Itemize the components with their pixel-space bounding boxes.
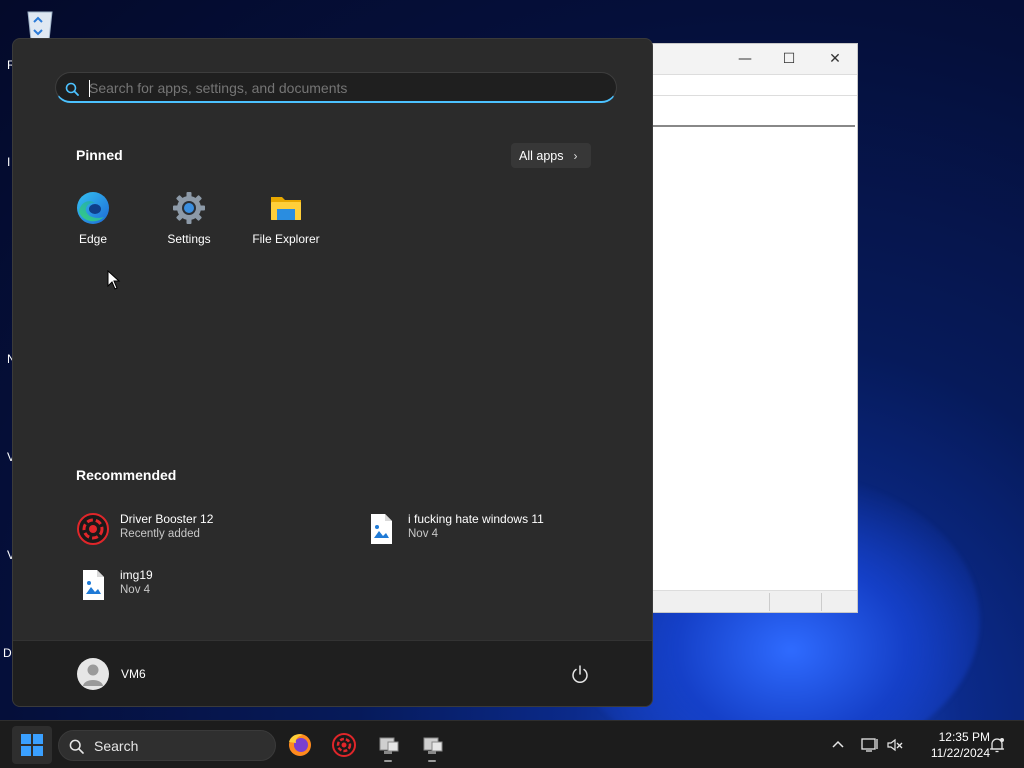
clock-date: 11/22/2024 (930, 746, 990, 760)
pinned-app-edge[interactable]: Edge (48, 191, 138, 257)
mouse-cursor-icon (107, 269, 121, 290)
window-statusbar (651, 590, 857, 612)
search-icon (65, 81, 79, 96)
all-apps-button[interactable]: All apps › (511, 143, 591, 168)
running-indicator (384, 760, 392, 762)
user-name[interactable]: VM6 (121, 667, 146, 681)
pinned-app-settings[interactable]: Settings (144, 191, 234, 257)
pinned-app-file-explorer[interactable]: File Explorer (241, 191, 331, 257)
desktop-label-fragment: I (7, 155, 11, 169)
start-button[interactable] (12, 726, 52, 764)
taskbar-clock[interactable]: 12:35 PM 11/22/2024 (912, 729, 990, 761)
recommended-item[interactable]: img19 Nov 4 (76, 565, 346, 607)
maximize-icon[interactable]: ☐ (775, 49, 803, 69)
recommended-item-name: Driver Booster 12 (120, 512, 214, 526)
firefox-icon[interactable] (284, 729, 316, 761)
window-toolbar (651, 74, 857, 96)
edge-icon (76, 191, 110, 225)
minimize-icon[interactable]: — (731, 49, 759, 69)
recommended-item[interactable]: Driver Booster 12 Recently added (76, 509, 346, 551)
avatar[interactable] (77, 658, 109, 690)
network-drive-icon[interactable] (372, 729, 404, 762)
notification-bell-icon[interactable] (987, 735, 1007, 755)
volume-muted-icon[interactable] (885, 735, 905, 755)
start-search-box[interactable] (55, 72, 617, 103)
search-input[interactable] (89, 79, 599, 97)
recommended-item-subtitle: Recently added (120, 528, 200, 540)
pinned-title: Pinned (76, 147, 123, 163)
recycle-bin-icon[interactable] (20, 8, 60, 42)
text-caret (89, 80, 90, 97)
recommended-item-name: i fucking hate windows 11 (408, 512, 544, 526)
search-icon (69, 739, 84, 754)
network-drive-icon[interactable] (416, 729, 448, 762)
background-window[interactable]: — ☐ ✕ (650, 43, 858, 613)
close-icon[interactable]: ✕ (821, 49, 849, 69)
all-apps-label: All apps (519, 148, 564, 163)
pinned-app-label: File Explorer (252, 232, 320, 246)
running-indicator (428, 760, 436, 762)
recommended-title: Recommended (76, 467, 177, 483)
window-content (653, 125, 855, 589)
driver-booster-icon (76, 512, 110, 546)
network-icon[interactable] (860, 735, 880, 755)
recommended-item-subtitle: Nov 4 (408, 528, 439, 540)
recommended-item-subtitle: Nov 4 (120, 584, 151, 596)
taskbar: Search 12:35 PM 11/22/2024 (0, 720, 1024, 768)
pinned-app-label: Edge (78, 232, 108, 246)
window-titlebar[interactable]: — ☐ ✕ (651, 44, 857, 74)
chevron-up-icon[interactable] (828, 735, 848, 755)
power-icon[interactable] (569, 663, 591, 685)
image-file-icon (364, 512, 398, 546)
recommended-item[interactable]: i fucking hate windows 11 Nov 4 (364, 509, 634, 551)
image-file-icon (76, 568, 110, 602)
pinned-app-label: Settings (167, 232, 211, 246)
user-bar: VM6 (13, 640, 652, 706)
chevron-right-icon: › (573, 148, 578, 163)
recommended-item-name: img19 (120, 568, 153, 582)
taskbar-search[interactable]: Search (58, 730, 276, 761)
start-menu: Pinned All apps › Edge (12, 38, 653, 707)
clock-time: 12:35 PM (938, 730, 990, 744)
driver-booster-icon[interactable] (328, 729, 360, 761)
gear-icon (172, 191, 206, 225)
taskbar-search-label: Search (94, 738, 139, 754)
folder-icon (269, 191, 303, 225)
